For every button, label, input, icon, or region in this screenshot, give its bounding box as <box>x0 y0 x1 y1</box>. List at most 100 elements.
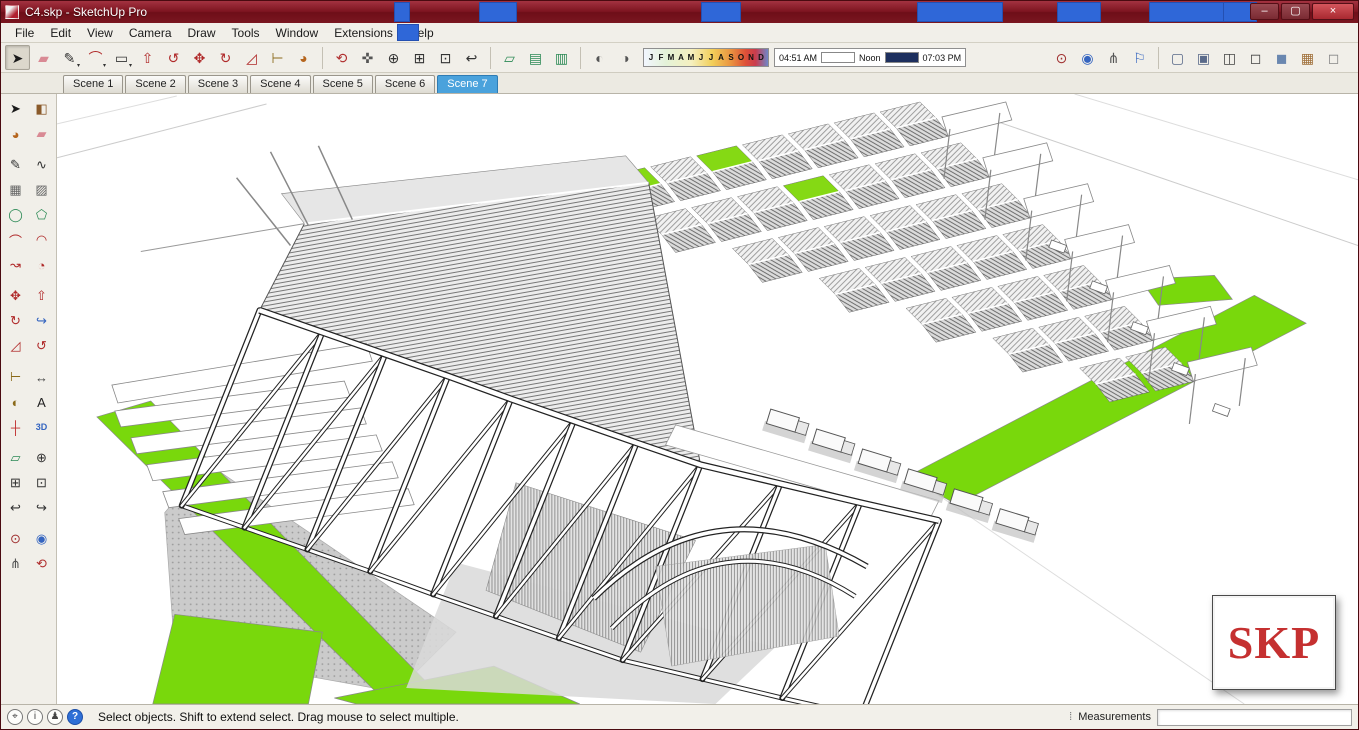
orbit-tool-button[interactable]: ⟲ <box>29 552 54 576</box>
model-viewport[interactable] <box>57 94 1358 704</box>
shadow-settings-button[interactable]: ◐ <box>587 45 612 70</box>
shadow-time-slider[interactable]: 04:51 AM Noon 07:03 PM <box>774 48 967 67</box>
zoom-extents-tool-button[interactable]: ⊡ <box>29 471 54 495</box>
select-tool-button[interactable]: ➤ <box>5 45 30 70</box>
dimensions-tool-button[interactable]: ↔ <box>29 365 54 389</box>
style-x-ray-button[interactable]: ▢ <box>1165 45 1190 70</box>
section-plane-tool-button[interactable]: ▱ <box>3 446 28 470</box>
arc-tool-caret[interactable]: ▾ <box>103 62 106 69</box>
statusbar-resize-handle[interactable]: ⁞ <box>1069 711 1072 723</box>
section-plane-tool-button[interactable]: ▱ <box>497 45 522 70</box>
style-shaded-textures-button[interactable]: ▦ <box>1295 45 1320 70</box>
rotate-tool-button[interactable]: ↻ <box>3 309 28 333</box>
rotate-tool-button[interactable]: ↻ <box>213 45 238 70</box>
menu-item-file[interactable]: File <box>7 24 42 42</box>
style-monochrome-button[interactable]: ◻ <box>1321 45 1346 70</box>
move-tool-button[interactable]: ✥ <box>187 45 212 70</box>
drawing-canvas[interactable]: SKP <box>57 94 1358 704</box>
menu-item-extensions[interactable]: Extensions <box>326 24 401 42</box>
zoom-extents-tool-button[interactable]: ⊡ <box>433 45 458 70</box>
tape-measure-tool-button[interactable]: ⊢ <box>3 365 28 389</box>
scene-tab-1[interactable]: Scene 1 <box>63 75 124 93</box>
three-d-text-tool-button[interactable]: 3D <box>29 415 54 439</box>
style-wireframe-button[interactable]: ◫ <box>1217 45 1242 70</box>
arc-tool-button[interactable]: ⌒ <box>3 228 28 252</box>
minimize-button[interactable]: – <box>1250 3 1279 20</box>
shadow-time-track-am[interactable] <box>821 52 856 63</box>
walk-tool-button[interactable]: ⋔ <box>1101 45 1126 70</box>
move-tool-button[interactable]: ✥ <box>3 284 28 308</box>
previous-view-button[interactable]: ↩ <box>459 45 484 70</box>
line-tool-button[interactable]: ✎ <box>3 153 28 177</box>
shape-tool-button[interactable]: ▭ ▾ <box>109 45 134 70</box>
title-bar[interactable]: C4.skp - SketchUp Pro – ▢ × <box>1 1 1358 23</box>
arc-tool-button[interactable]: ⌒ ▾ <box>83 45 108 70</box>
zoom-window-tool-button[interactable]: ⊞ <box>407 45 432 70</box>
tape-measure-tool-button[interactable]: ⊢ <box>265 45 290 70</box>
sign-in-icon[interactable]: ♟ <box>47 709 63 725</box>
menu-item-view[interactable]: View <box>79 24 121 42</box>
shadow-month-strip[interactable]: JFMAMJJASOND <box>643 48 769 67</box>
axes-tool-button[interactable]: ┼ <box>3 415 28 439</box>
style-hidden-line-button[interactable]: ◻ <box>1243 45 1268 70</box>
scale-tool-button[interactable]: ◿ <box>3 334 28 358</box>
scene-tab-5[interactable]: Scene 5 <box>312 75 373 93</box>
display-section-planes-button[interactable]: ▤ <box>523 45 548 70</box>
eraser-tool-button[interactable]: ▰ <box>31 45 56 70</box>
text-tool-button[interactable]: A <box>29 390 54 414</box>
make-component-tool-button[interactable]: ◧ <box>29 97 54 121</box>
look-around-tool-button[interactable]: ◉ <box>29 527 54 551</box>
shape-tool-caret[interactable]: ▾ <box>129 62 132 69</box>
menu-item-window[interactable]: Window <box>268 24 327 42</box>
eraser-tool-button[interactable]: ▰ <box>29 122 54 146</box>
credits-icon[interactable]: i <box>27 709 43 725</box>
pan-tool-button[interactable]: ✜ <box>355 45 380 70</box>
orbit-tool-button[interactable]: ⟲ <box>329 45 354 70</box>
select-tool-button[interactable]: ➤ <box>3 97 28 121</box>
freehand-tool-button[interactable]: ∿ <box>29 153 54 177</box>
scene-tab-2[interactable]: Scene 2 <box>125 75 186 93</box>
scene-tab-4[interactable]: Scene 4 <box>250 75 311 93</box>
menu-item-tools[interactable]: Tools <box>224 24 268 42</box>
two-point-arc-tool-button[interactable]: ◠ <box>29 228 54 252</box>
add-location-button[interactable]: ⚐ <box>1127 45 1152 70</box>
offset-tool-button[interactable]: ↺ <box>29 334 54 358</box>
pie-tool-button[interactable]: ◔ <box>29 253 54 277</box>
paint-bucket-tool-button[interactable]: ◕ <box>291 45 316 70</box>
push-pull-tool-button[interactable]: ⇧ <box>29 284 54 308</box>
circle-tool-button[interactable]: ◯ <box>3 203 28 227</box>
close-button[interactable]: × <box>1312 3 1354 20</box>
previous-view-tool-button[interactable]: ↩ <box>3 496 28 520</box>
menu-item-camera[interactable]: Camera <box>121 24 180 42</box>
zoom-window-tool-button[interactable]: ⊞ <box>3 471 28 495</box>
offset-tool-button[interactable]: ↺ <box>161 45 186 70</box>
rotated-rectangle-tool-button[interactable]: ▨ <box>29 178 54 202</box>
maximize-button[interactable]: ▢ <box>1281 3 1310 20</box>
walk-tool-button[interactable]: ⋔ <box>3 552 28 576</box>
look-around-tool-button[interactable]: ◉ <box>1075 45 1100 70</box>
shadow-time-track-pm[interactable] <box>884 52 919 63</box>
push-pull-tool-button[interactable]: ⇧ <box>135 45 160 70</box>
menu-item-draw[interactable]: Draw <box>180 24 224 42</box>
zoom-tool-button[interactable]: ⊕ <box>381 45 406 70</box>
style-back-edges-button[interactable]: ▣ <box>1191 45 1216 70</box>
menu-item-edit[interactable]: Edit <box>42 24 79 42</box>
position-camera-tool-button[interactable]: ⊙ <box>1049 45 1074 70</box>
follow-me-tool-button[interactable]: ↪ <box>29 309 54 333</box>
scale-tool-button[interactable]: ◿ <box>239 45 264 70</box>
paint-bucket-tool-button[interactable]: ◕ <box>3 122 28 146</box>
line-tool-caret[interactable]: ▾ <box>77 62 80 69</box>
three-point-arc-tool-button[interactable]: ↝ <box>3 253 28 277</box>
position-camera-tool-button[interactable]: ⊙ <box>3 527 28 551</box>
help-icon[interactable]: ? <box>67 709 83 725</box>
style-shaded-button[interactable]: ◼ <box>1269 45 1294 70</box>
scene-tab-7[interactable]: Scene 7 <box>437 75 498 93</box>
scene-tab-3[interactable]: Scene 3 <box>187 75 249 93</box>
line-tool-button[interactable]: ✎ ▾ <box>57 45 82 70</box>
scene-tab-6[interactable]: Scene 6 <box>374 75 436 93</box>
protractor-tool-button[interactable]: ◐ <box>3 390 28 414</box>
toggle-shadows-button[interactable]: ◑ <box>613 45 638 70</box>
display-section-cuts-button[interactable]: ▥ <box>549 45 574 70</box>
zoom-tool-button[interactable]: ⊕ <box>29 446 54 470</box>
measurements-input[interactable] <box>1157 708 1352 726</box>
